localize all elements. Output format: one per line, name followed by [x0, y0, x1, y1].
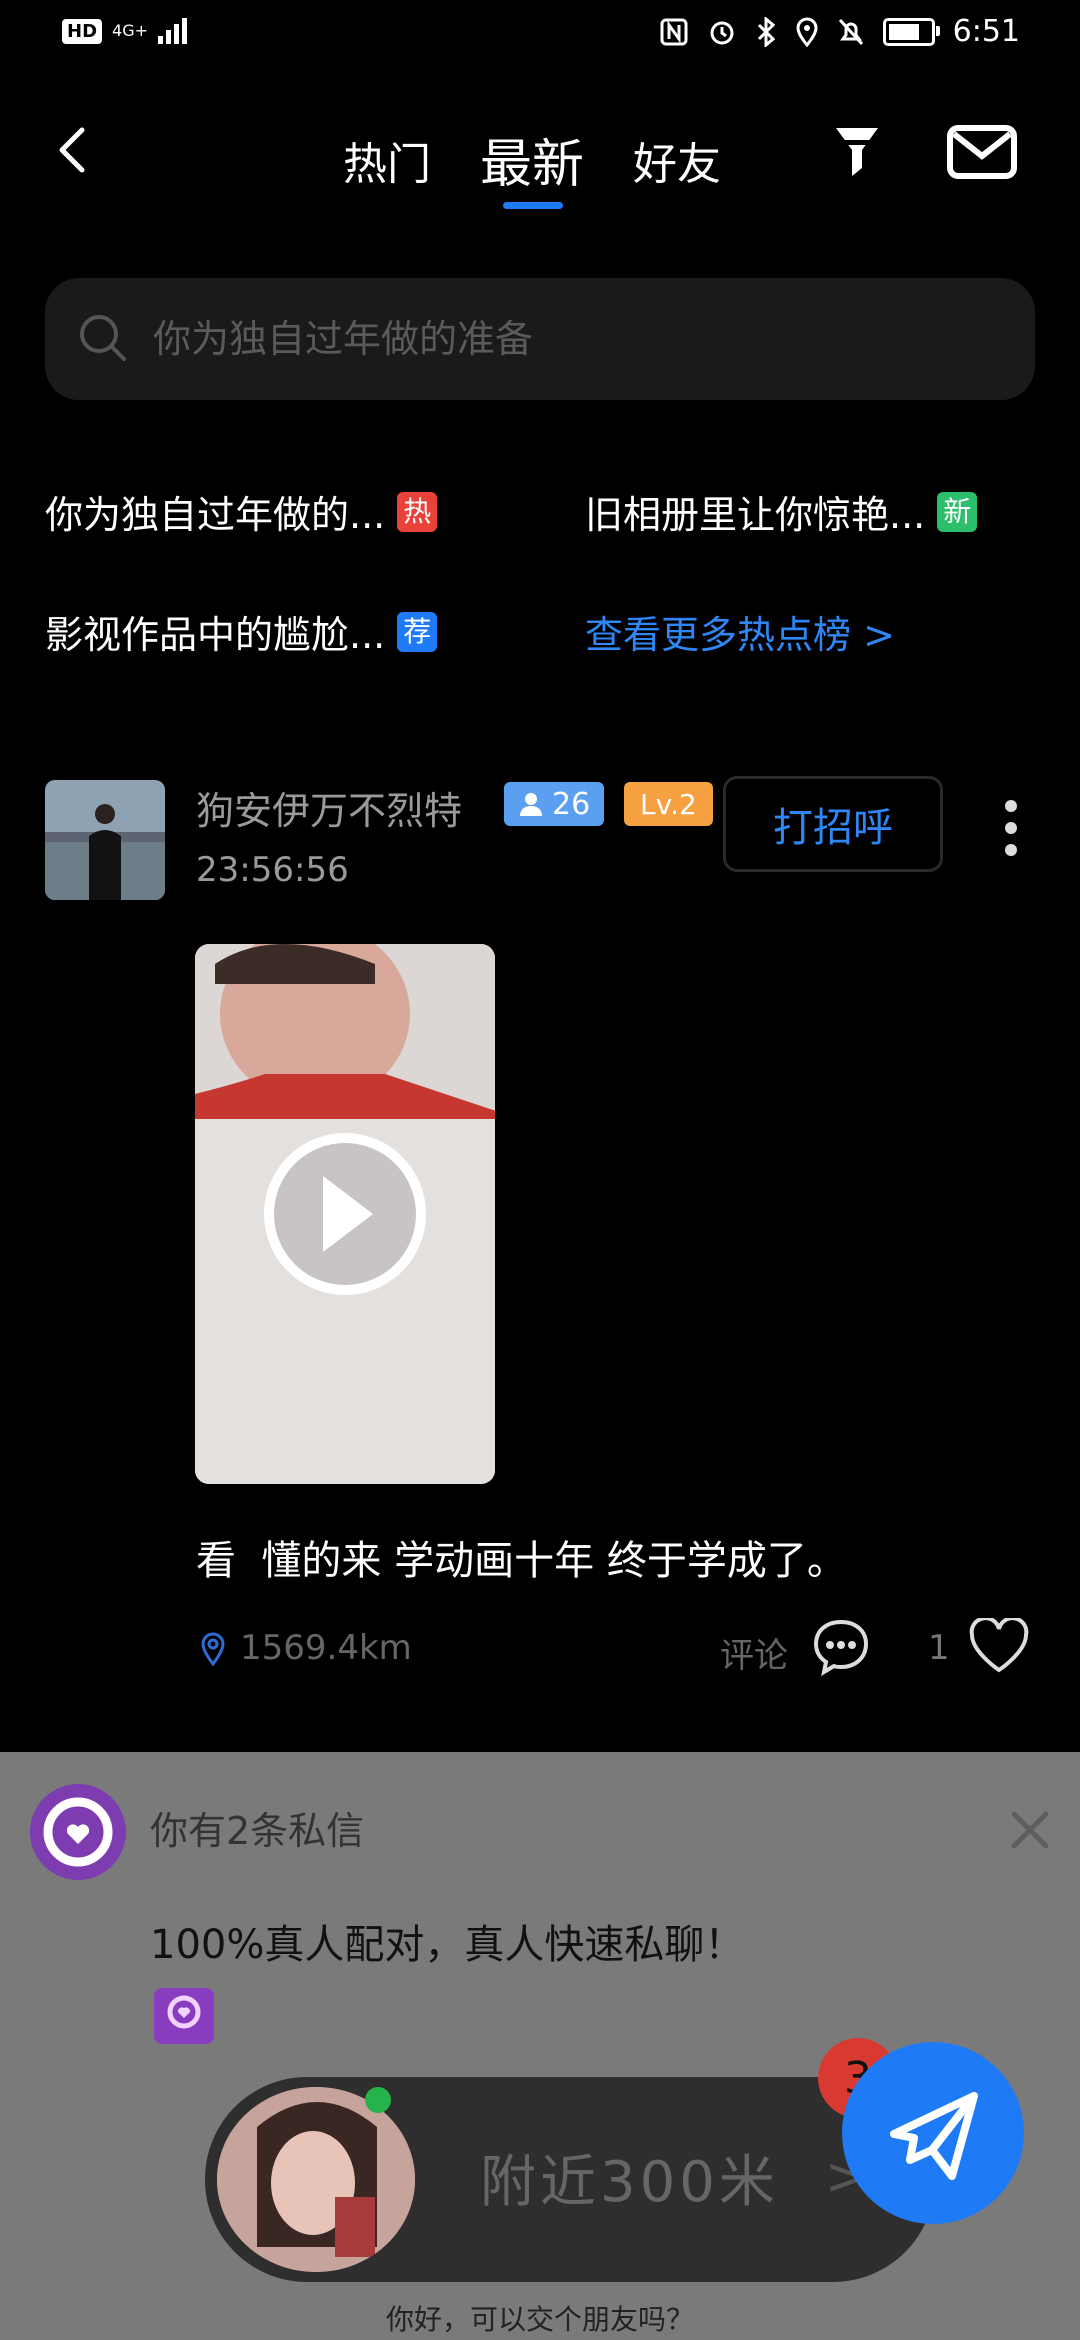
close-icon[interactable]	[1008, 1808, 1052, 1852]
comment-icon[interactable]	[812, 1618, 870, 1676]
hd-badge: HD	[62, 18, 103, 44]
avatar[interactable]	[45, 780, 165, 900]
signal-icon	[158, 18, 187, 44]
recommend-tag: 荐	[397, 611, 438, 652]
follower-badge: 26	[504, 782, 605, 826]
hot-topic-label: 旧相册里让你惊艳...	[585, 493, 926, 537]
post-time: 23:56:56	[196, 850, 349, 890]
send-button[interactable]	[842, 2042, 1024, 2224]
location-pin-icon	[201, 1632, 225, 1666]
status-time: 6:51	[952, 14, 1020, 49]
bluetooth-icon	[757, 16, 775, 47]
location-icon	[796, 17, 818, 47]
filter-icon[interactable]	[832, 122, 882, 180]
person-icon	[520, 793, 542, 816]
mail-icon[interactable]	[946, 124, 1018, 180]
video-thumbnail[interactable]	[195, 944, 495, 1484]
notification-message: 100%真人配对，真人快速私聊！	[150, 1922, 745, 1968]
nearby-distance-text: 附近300米	[480, 2150, 779, 2215]
more-hot-link[interactable]: 查看更多热点榜 >	[585, 604, 895, 659]
hot-topic-label: 你为独自过年做的...	[45, 493, 386, 537]
network-type: 4G+	[112, 21, 148, 40]
mute-icon	[838, 18, 863, 45]
hot-topic-item[interactable]: 你为独自过年做的... 热	[45, 484, 438, 539]
status-left: HD 4G+	[62, 18, 187, 44]
comment-label[interactable]: 评论	[720, 1628, 788, 1677]
more-options-icon[interactable]	[996, 796, 1026, 860]
feed-tabs: 热门 最新 好友	[0, 118, 1080, 209]
battery-icon	[882, 17, 940, 46]
chat-hint: 你好，可以交个朋友吗？	[385, 2303, 694, 2336]
search-icon	[80, 315, 126, 361]
like-count: 1	[928, 1628, 950, 1668]
level-badge: Lv.2	[624, 782, 713, 826]
search-bar[interactable]	[45, 278, 1035, 400]
new-tag: 新	[937, 491, 978, 532]
search-input[interactable]	[151, 298, 995, 380]
nearby-user-card[interactable]: 附近300米 >	[205, 2077, 935, 2282]
hot-topic-label: 影视作品中的尴尬...	[45, 613, 386, 657]
app-logo	[30, 1784, 126, 1880]
tab-hot[interactable]: 热门	[343, 128, 431, 192]
hot-topic-item[interactable]: 影视作品中的尴尬... 荐	[45, 604, 438, 659]
status-right: 6:51	[659, 14, 1020, 49]
nearby-user-avatar	[217, 2087, 415, 2272]
hot-topic-item[interactable]: 旧相册里让你惊艳... 新	[585, 484, 978, 539]
post-caption: 看 懂的来 学动画十年 终于学成了。	[196, 1538, 847, 1584]
follower-count: 26	[552, 786, 591, 822]
paper-plane-icon	[890, 2092, 978, 2180]
username[interactable]: 狗安伊万不烈特	[196, 780, 462, 835]
heart-icon[interactable]	[968, 1618, 1030, 1674]
app-small-logo	[154, 1988, 214, 2044]
tab-latest[interactable]: 最新	[480, 122, 584, 197]
greet-button[interactable]: 打招呼	[723, 776, 943, 872]
status-bar: HD 4G+ 6:51	[0, 0, 1080, 75]
active-tab-indicator	[503, 202, 563, 209]
hot-tag: 热	[397, 491, 438, 532]
distance-text: 1569.4km	[240, 1628, 412, 1668]
nfc-icon	[660, 18, 688, 45]
alarm-icon	[710, 21, 734, 44]
notification-title: 你有2条私信	[150, 1809, 365, 1853]
tab-friends[interactable]: 好友	[633, 128, 721, 192]
online-indicator	[365, 2087, 391, 2113]
